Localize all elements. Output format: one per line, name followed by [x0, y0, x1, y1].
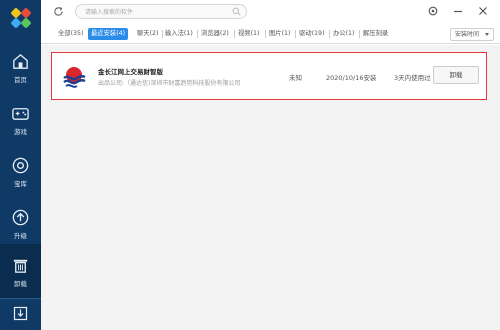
tab-all[interactable]: 全部(35)	[58, 28, 84, 40]
download-manager-button[interactable]	[0, 298, 41, 330]
app-logo-icon	[63, 67, 86, 88]
minimize-icon[interactable]	[452, 5, 464, 17]
app-list: 金长江网上交易财智版 出品公司:（通达信)深圳市财富趋势科技股份有限公司 未知 …	[41, 45, 500, 330]
tab-driver[interactable]: 驱动(19)	[299, 28, 325, 40]
sidebar-item-label: 卸载	[14, 280, 27, 288]
search-icon[interactable]	[232, 7, 241, 16]
download-icon	[13, 306, 28, 321]
tab-divider	[234, 30, 235, 38]
tab-video[interactable]: 视频(1)	[238, 28, 260, 40]
app-logo-icon[interactable]	[9, 6, 33, 30]
search-box[interactable]	[75, 4, 247, 19]
uninstall-button[interactable]: 卸载	[433, 66, 479, 84]
treasure-icon	[12, 157, 29, 174]
sidebar-item-upgrade[interactable]: 升级	[0, 200, 41, 250]
app-size: 未知	[289, 74, 302, 82]
tab-input-method[interactable]: 输入法(1)	[165, 28, 193, 40]
tab-divider	[359, 30, 360, 38]
tab-recent[interactable]: 最近安装(4)	[88, 28, 129, 40]
home-icon	[13, 53, 28, 69]
upgrade-icon	[12, 209, 29, 226]
tab-divider	[265, 30, 266, 38]
tab-divider	[197, 30, 198, 38]
top-bar	[41, 0, 500, 24]
tab-office[interactable]: 办公(1)	[333, 28, 355, 40]
sidebar-item-treasure[interactable]: 宝库	[0, 148, 41, 198]
category-tabs: 全部(35) 最近安装(4) 聊天(2) 输入法(1) 浏览器(2) 视频(1)…	[41, 24, 500, 44]
tab-image[interactable]: 图片(1)	[269, 28, 291, 40]
sidebar-item-uninstall[interactable]: 卸载	[0, 244, 41, 298]
tab-browser[interactable]: 浏览器(2)	[201, 28, 229, 40]
sidebar-item-label: 宝库	[14, 180, 27, 188]
list-item[interactable]: 金长江网上交易财智版 出品公司:（通达信)深圳市财富趋势科技股份有限公司 未知 …	[51, 52, 487, 100]
app-name: 金长江网上交易财智版	[98, 68, 163, 76]
tab-divider	[295, 30, 296, 38]
sidebar-item-label: 游戏	[14, 128, 27, 136]
sidebar-item-label: 升级	[14, 232, 27, 240]
gamepad-icon	[12, 108, 29, 120]
usage-status: 3天内使用过	[394, 74, 431, 82]
tab-divider	[329, 30, 330, 38]
chevron-down-icon	[485, 33, 489, 36]
sidebar-item-label: 首页	[14, 76, 27, 84]
tab-compression[interactable]: 解压刻录	[363, 28, 388, 40]
tab-divider	[162, 30, 163, 38]
sort-dropdown-label: 安装时间	[455, 31, 480, 38]
sort-dropdown[interactable]: 安装时间	[450, 28, 494, 41]
tab-chat[interactable]: 聊天(2)	[137, 28, 159, 40]
trash-icon	[13, 259, 28, 273]
install-date: 2020/10/16安装	[326, 74, 377, 82]
close-icon[interactable]	[477, 5, 489, 17]
refresh-icon[interactable]	[53, 6, 64, 17]
sidebar: 首页 游戏 宝库 升级 卸载	[0, 0, 41, 330]
sidebar-item-games[interactable]: 游戏	[0, 96, 41, 146]
sidebar-item-home[interactable]: 首页	[0, 44, 41, 94]
settings-icon[interactable]	[427, 5, 439, 17]
search-input[interactable]	[85, 6, 225, 18]
app-publisher: 出品公司:（通达信)深圳市财富趋势科技股份有限公司	[98, 80, 241, 87]
